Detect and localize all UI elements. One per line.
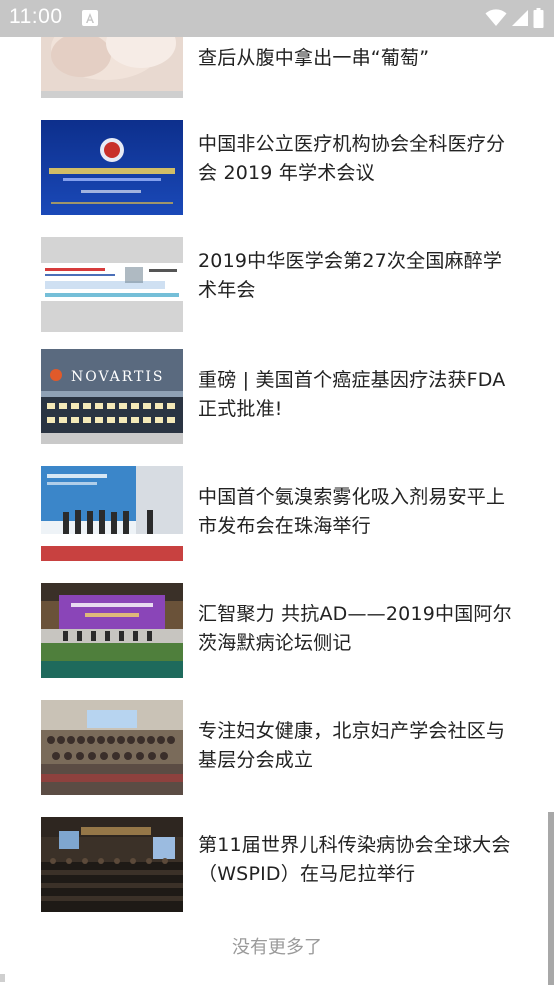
news-thumbnail-launch-event[interactable]: [41, 466, 183, 561]
news-item[interactable]: 汇智聚力 共抗AD——2019中国阿尔茨海默病论坛侧记: [0, 583, 554, 700]
news-item[interactable]: 中国非公立医疗机构协会全科医疗分会 2019 年学术会议: [0, 120, 554, 237]
news-thumbnail-forum-stage[interactable]: [41, 583, 183, 678]
news-title[interactable]: 查后从腹中拿出一串“葡萄”: [198, 44, 518, 73]
app-screen: 查后从腹中拿出一串“葡萄” 中国非公立医疗机构协会全科医疗分会 2019 年学术…: [0, 0, 554, 985]
wifi-icon: [485, 9, 507, 31]
news-item[interactable]: 中国首个氨溴索雾化吸入剂易安平上市发布会在珠海举行: [0, 466, 554, 583]
news-item[interactable]: 2019中华医学会第27次全国麻醉学术年会: [0, 237, 554, 354]
news-item[interactable]: NOVARTIS 重磅 | 美国首个癌症基因疗法获FDA正式批准!: [0, 349, 554, 466]
news-item[interactable]: 专注妇女健康，北京妇产学会社区与基层分会成立: [0, 700, 554, 817]
news-thumbnail-anesthesia-banner[interactable]: [41, 237, 183, 332]
news-title[interactable]: 汇智聚力 共抗AD——2019中国阿尔茨海默病论坛侧记: [198, 600, 518, 658]
news-title[interactable]: 第11届世界儿科传染病协会全球大会（WSPID）在马尼拉举行: [198, 831, 518, 889]
battery-icon: [533, 8, 544, 32]
no-more-label: 没有更多了: [232, 937, 322, 958]
news-thumbnail-group-photo[interactable]: [41, 700, 183, 795]
news-item[interactable]: 第11届世界儿科传染病协会全球大会（WSPID）在马尼拉举行: [0, 817, 554, 934]
svg-text:NOVARTIS: NOVARTIS: [71, 369, 165, 385]
news-thumbnail-novartis-building[interactable]: NOVARTIS: [41, 349, 183, 444]
android-a-icon: [82, 10, 98, 26]
news-title[interactable]: 2019中华医学会第27次全国麻醉学术年会: [198, 247, 518, 305]
status-bar: 11:00: [0, 0, 554, 37]
news-thumbnail-conference-hall[interactable]: [41, 817, 183, 912]
scrollbar-thumb[interactable]: [548, 812, 554, 985]
news-title[interactable]: 中国首个氨溴索雾化吸入剂易安平上市发布会在珠海举行: [198, 483, 518, 541]
news-feed[interactable]: 查后从腹中拿出一串“葡萄” 中国非公立医疗机构协会全科医疗分会 2019 年学术…: [0, 0, 554, 985]
status-icons: [485, 8, 544, 32]
edge-marker: [0, 974, 5, 982]
news-title[interactable]: 专注妇女健康，北京妇产学会社区与基层分会成立: [198, 717, 518, 775]
news-thumbnail-conference-banner[interactable]: [41, 120, 183, 215]
news-title[interactable]: 重磅 | 美国首个癌症基因疗法获FDA正式批准!: [198, 366, 518, 424]
news-title[interactable]: 中国非公立医疗机构协会全科医疗分会 2019 年学术会议: [198, 130, 518, 188]
status-time: 11:00: [9, 5, 63, 28]
signal-icon: [511, 9, 529, 31]
